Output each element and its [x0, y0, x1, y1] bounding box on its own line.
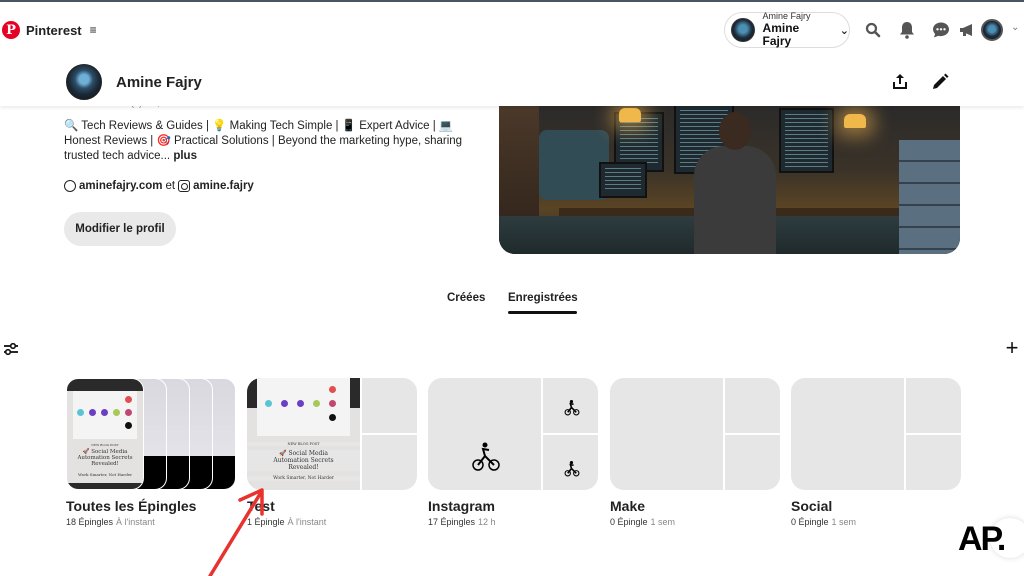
profile-avatar [66, 64, 102, 100]
board-cover [610, 378, 780, 490]
links-joiner: et [165, 180, 176, 192]
search-icon[interactable] [863, 20, 883, 40]
cyclist-image [428, 378, 541, 490]
avatar [731, 18, 755, 42]
board-cover [791, 378, 961, 490]
board-time: À l'instant [116, 517, 155, 527]
bio-text: 🔍 Tech Reviews & Guides | 💡 Making Tech … [64, 120, 463, 162]
board-pin-count: 0 Épingle [610, 517, 648, 527]
bell-icon[interactable] [897, 20, 917, 40]
tab-created[interactable]: Créées [447, 292, 485, 304]
board-pin-count: 0 Épingle [791, 517, 829, 527]
pin-headline: 🚀 Social Media Automation Secrets Reveal… [247, 450, 360, 471]
filter-sliders-icon[interactable] [3, 341, 19, 357]
profile-name: Amine Fajry [116, 74, 202, 91]
instagram-icon [178, 180, 191, 192]
window-top-border [0, 0, 1024, 2]
chevron-down-icon[interactable]: ⌄ [1011, 22, 1019, 33]
board-cover: NEW BLOG POST 🚀 Social Media Automation … [66, 378, 236, 490]
profile-bio: 🔍 Tech Reviews & Guides | 💡 Making Tech … [64, 119, 484, 164]
account-switcher[interactable]: Amine Fajry Amine Fajry ⌄ [724, 11, 850, 48]
megaphone-icon[interactable] [957, 20, 977, 40]
board-test[interactable]: NEW BLOG POST 🚀 Social Media Automation … [247, 378, 417, 527]
board-title: Toutes les Épingles [66, 498, 197, 514]
website-link[interactable]: aminefajry.com [79, 180, 163, 192]
sticky-profile-bar: Amine Fajry [0, 60, 1024, 106]
pin-thumbnail: NEW BLOG POST 🚀 Social Media Automation … [66, 378, 144, 490]
pinterest-logo-icon: P [2, 21, 20, 39]
pin-tagline: Work Smarter, Not Harder [77, 472, 133, 477]
board-time: 12 h [478, 517, 496, 527]
chat-icon[interactable] [931, 20, 951, 40]
board-cover: NEW BLOG POST 🚀 Social Media Automation … [247, 378, 417, 490]
profile-links: aminefajry.com et amine.fajry [64, 180, 254, 192]
edit-pencil-icon[interactable] [930, 72, 950, 92]
pin-tagline: Work Smarter, Not Harder [247, 476, 360, 481]
tab-saved[interactable]: Enregistrées [508, 292, 578, 304]
board-time: 1 sem [831, 517, 857, 527]
active-tab-indicator [508, 311, 577, 314]
edit-profile-button[interactable]: Modifier le profil [64, 212, 176, 246]
board-social[interactable]: Social 0 Épingle 1 sem [791, 378, 961, 527]
share-icon[interactable] [890, 72, 910, 92]
globe-icon [64, 180, 76, 192]
brand-name: Pinterest [26, 22, 82, 38]
board-pin-count: 17 Épingles [428, 517, 476, 527]
bio-more-link[interactable]: plus [173, 150, 197, 162]
account-name: Amine Fajry [762, 20, 800, 48]
chevron-down-icon: ⌄ [839, 24, 849, 37]
avatar[interactable] [981, 19, 1003, 41]
board-all-pins[interactable]: NEW BLOG POST 🚀 Social Media Automation … [66, 378, 236, 527]
profile-cover-image [499, 100, 960, 254]
pinterest-home-link[interactable]: P Pinterest ≡ [2, 21, 97, 39]
instagram-link[interactable]: amine.fajry [193, 180, 254, 192]
board-make[interactable]: Make 0 Épingle 1 sem [610, 378, 780, 527]
watermark-logo: AP. [958, 520, 1006, 558]
pin-label: NEW BLOG POST [91, 443, 119, 447]
create-board-plus-icon[interactable]: + [1003, 337, 1021, 359]
board-cover [428, 378, 598, 490]
board-instagram[interactable]: Instagram 17 Épingles 12 h [428, 378, 598, 527]
board-title: Make [610, 498, 646, 514]
pin-label: NEW BLOG POST [247, 442, 360, 446]
board-pin-count: 18 Épingles [66, 517, 114, 527]
pin-headline: 🚀 Social Media Automation Secrets Reveal… [77, 449, 133, 467]
board-title: Social [791, 498, 833, 514]
board-time: À l'instant [287, 517, 327, 527]
board-title: Instagram [428, 498, 495, 514]
board-time: 1 sem [650, 517, 676, 527]
board-pin-count: 1 Épingle [247, 517, 285, 527]
board-title: Test [247, 498, 275, 514]
hamburger-icon[interactable]: ≡ [90, 23, 97, 37]
